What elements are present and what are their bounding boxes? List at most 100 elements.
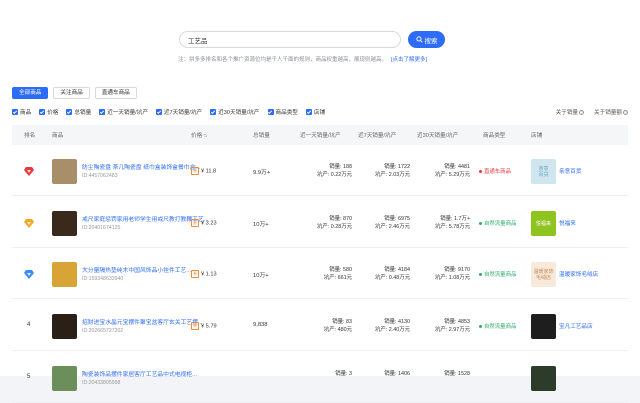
product-thumbnail[interactable] bbox=[52, 314, 77, 339]
product-id: ID:2​04338​05​99​8 bbox=[82, 380, 121, 386]
rank-medal-icon bbox=[24, 167, 34, 176]
header-rank: 排名 bbox=[24, 133, 36, 139]
product-price: 券 ¥ 3.23 bbox=[191, 219, 217, 227]
sales-help: 关于销量? 关于销量额? bbox=[556, 108, 628, 116]
shop-name-link[interactable]: 温暖家饰毛绒店 bbox=[559, 270, 598, 278]
filter-total-sales[interactable]: 总销量 bbox=[66, 108, 91, 116]
search-box[interactable] bbox=[179, 31, 401, 48]
stat-d7: 销量: 4130 坑产: 2.40万元 bbox=[374, 319, 410, 333]
shop-logo[interactable]: 温暖家饰 毛绒店 bbox=[531, 262, 556, 287]
tab-ztc-products[interactable]: 直通车商品 bbox=[94, 87, 137, 99]
header-1day[interactable]: 近一天销量/坑产 bbox=[300, 131, 341, 139]
checkbox-icon[interactable] bbox=[12, 109, 18, 115]
shop-logo[interactable]: 悦福来 bbox=[531, 211, 556, 236]
coupon-badge: 券 bbox=[191, 167, 199, 175]
checkbox-icon[interactable] bbox=[305, 109, 312, 115]
stat-d30: 销量: 1.7万+ 坑产: 5.78万元 bbox=[434, 216, 470, 230]
checkbox-icon[interactable] bbox=[66, 109, 73, 115]
total-sales: 9.9万+ bbox=[253, 170, 271, 176]
column-filters: 商品 价格 总销量 近一天销量/坑产 近7天销量/坑产 近30天销量/坑产 商品… bbox=[12, 107, 628, 117]
header-30day[interactable]: 近30天销量/坑产 bbox=[417, 131, 458, 139]
search-button-label: 搜索 bbox=[424, 37, 438, 45]
status-dot-icon bbox=[479, 222, 482, 226]
coupon-badge: 券 bbox=[191, 219, 199, 227]
stat-d7: 销量: 6975 坑产: 2.46万元 bbox=[374, 216, 410, 230]
stat-d1: 销量: 580 坑产: 661元 bbox=[323, 267, 352, 281]
product-type: 直通车商品 bbox=[479, 167, 511, 175]
shop-logo[interactable] bbox=[531, 366, 556, 391]
product-thumbnail[interactable] bbox=[52, 366, 77, 391]
table-header: 排名 商品 价格 总销量 近一天销量/坑产 近7天销量/坑产 近30天销量/坑产… bbox=[12, 125, 628, 145]
header-price[interactable]: 价格 bbox=[191, 131, 207, 139]
filter-30day[interactable]: 近30天销量/坑产 bbox=[210, 108, 260, 116]
help-icon: ? bbox=[623, 110, 628, 116]
rank-medal-icon bbox=[24, 219, 34, 228]
stat-d30: 销量: 4481 坑产: 5.29万元 bbox=[434, 164, 470, 178]
product-tabs: 全部商品 关注商品 直通车商品 bbox=[12, 87, 137, 99]
header-shop: 店铺 bbox=[531, 133, 543, 139]
search-tip: 注：拼多多排名和各个推广资源位均是千人千面的规则，商品权重越高，展现则越高。 [点… bbox=[178, 55, 427, 63]
product-type: 自然流量商品 bbox=[479, 219, 516, 227]
table-row[interactable]: 4 招财进宝水晶元宝摆件聚宝盆客厅玄关工艺摆... ID:202665727202 券… bbox=[12, 301, 628, 351]
product-id: ID:204016741​25 bbox=[82, 225, 121, 231]
coupon-badge: 券 bbox=[191, 322, 199, 330]
stat-d1: 销量: 3 bbox=[335, 371, 352, 377]
product-id: ID:159348633940 bbox=[82, 276, 124, 282]
checkbox-icon[interactable] bbox=[155, 109, 162, 115]
filter-shop[interactable]: 店铺 bbox=[305, 108, 325, 116]
shop-name-link[interactable]: 亲意百货 bbox=[559, 167, 581, 175]
stat-d30: 销量: 1528 bbox=[444, 371, 470, 377]
header-total-sales[interactable]: 总销量 bbox=[253, 131, 270, 139]
stat-d1: 销量: 188 坑产: 0.22万元 bbox=[316, 164, 352, 178]
learn-more-link[interactable]: [点击了解更多] bbox=[391, 57, 427, 63]
stat-d30: 销量: 4853 坑产: 2.97万元 bbox=[434, 319, 470, 333]
tab-followed-products[interactable]: 关注商品 bbox=[53, 87, 90, 99]
table-row[interactable]: 大分量隔热垫纯木中国风饰品小挂件工艺... ID:159348633940 券 ¥ 1… bbox=[12, 249, 628, 299]
filter-product[interactable]: 商品 bbox=[12, 108, 31, 116]
table-row[interactable]: 戒尺家庭惩罚家用老师学生用戒尺教打教鞭工艺... ID:204016741​25 券… bbox=[12, 198, 628, 248]
product-id: ID:4457062483 bbox=[82, 173, 118, 179]
product-type: 自然流量商品 bbox=[479, 322, 516, 330]
stat-d1: 销量: 870 坑产: 0.28万元 bbox=[316, 216, 352, 230]
product-price: 券 ¥ 1.13 bbox=[191, 270, 217, 278]
filter-7day[interactable]: 近7天销量/坑产 bbox=[155, 108, 202, 116]
checkbox-icon[interactable] bbox=[39, 109, 46, 115]
shop-name-link[interactable]: 悦福来 bbox=[559, 219, 576, 227]
table-row[interactable]: 防尘陶瓷盘 茶几陶瓷盘 纸巾盒装饰盒餐巾盒... ID:4457062483 券 ¥ … bbox=[12, 146, 628, 196]
tip-text: 注：拼多多排名和各个推广资源位均是千人千面的规则，商品权重越高，展现则越高。 bbox=[178, 57, 388, 63]
total-sales: 10万+ bbox=[253, 273, 269, 279]
about-sales-link[interactable]: 关于销量? bbox=[556, 108, 585, 116]
about-sales-amount-link[interactable]: 关于销量额? bbox=[594, 108, 628, 116]
table-row[interactable]: 5 陶瓷装饰品摆件家居客厅工艺品中式电视柜... ID:2​04338​05​99​… bbox=[12, 353, 628, 403]
status-dot-icon bbox=[479, 170, 482, 174]
checkbox-icon[interactable] bbox=[99, 109, 106, 115]
status-dot-icon bbox=[479, 273, 482, 277]
shop-name-link[interactable]: 宝凡工艺品店 bbox=[559, 322, 593, 330]
checkbox-icon[interactable] bbox=[267, 109, 274, 115]
stat-d7: 销量: 1722 坑产: 2.03万元 bbox=[374, 164, 410, 178]
filter-product-type[interactable]: 商品类型 bbox=[267, 108, 298, 116]
search-icon bbox=[415, 36, 423, 43]
filter-price[interactable]: 价格 bbox=[39, 108, 58, 116]
tab-all-products[interactable]: 全部商品 bbox=[12, 87, 49, 99]
search-input[interactable] bbox=[180, 32, 400, 47]
stat-d30: 销量: 9170 坑产: 1.08万元 bbox=[434, 267, 470, 281]
header-product: 商品 bbox=[52, 133, 64, 139]
filter-1day[interactable]: 近一天销量/坑产 bbox=[99, 108, 148, 116]
product-price: 券 ¥ 5.79 bbox=[191, 322, 217, 330]
help-icon: ? bbox=[579, 110, 585, 116]
rank-number: 4 bbox=[27, 322, 31, 328]
header-7day[interactable]: 近7天销量/坑产 bbox=[358, 131, 396, 139]
stat-d1: 销量: 83 坑产: 480元 bbox=[323, 319, 352, 333]
checkbox-icon[interactable] bbox=[210, 109, 217, 115]
product-thumbnail[interactable] bbox=[52, 159, 77, 184]
shop-logo[interactable]: 亲意 百货 bbox=[531, 159, 556, 184]
product-title[interactable]: 陶瓷装饰品摆件家居客厅工艺品中式电视柜... bbox=[82, 369, 212, 378]
shop-logo[interactable] bbox=[531, 314, 556, 339]
search-button[interactable]: 搜索 bbox=[408, 31, 445, 48]
product-thumbnail[interactable] bbox=[52, 211, 77, 236]
total-sales: 9,838 bbox=[253, 322, 268, 328]
product-thumbnail[interactable] bbox=[52, 262, 77, 287]
stat-d7: 销量: 1406 bbox=[384, 371, 410, 377]
header-type: 商品类型 bbox=[483, 133, 506, 139]
